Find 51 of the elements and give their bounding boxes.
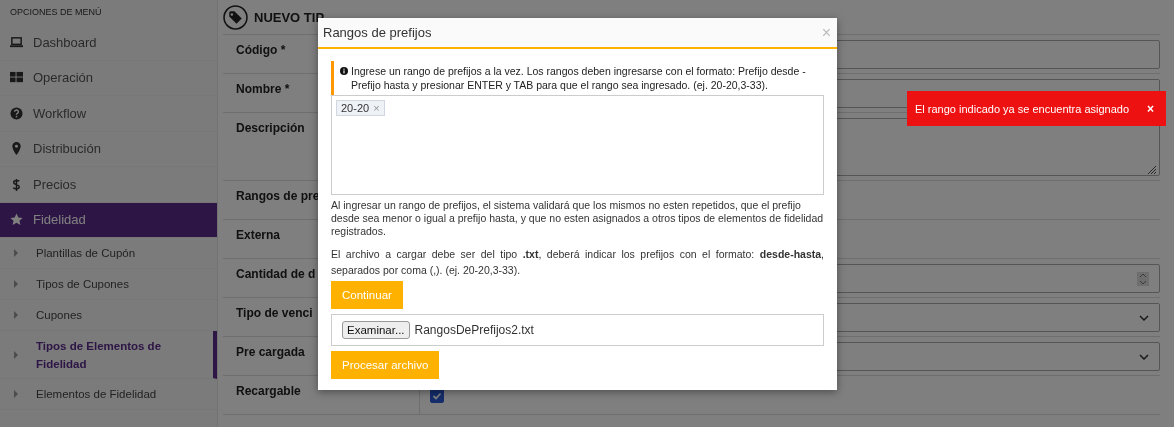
browse-button[interactable]: Examinar... <box>342 321 410 339</box>
grid-icon <box>10 71 23 85</box>
tag-input-field[interactable]: 20-20 × <box>331 95 824 195</box>
field-label: Pre cargada <box>236 345 305 359</box>
sidebar-item[interactable]: Dashboard <box>0 25 217 61</box>
field-label: Recargable <box>236 384 301 398</box>
field-label: Descripción <box>236 121 305 135</box>
submenu-item[interactable]: Elementos de Fidelidad <box>0 379 217 410</box>
menu-heading: OPCIONES DE MENÚ <box>9 6 103 19</box>
star-icon <box>10 213 23 227</box>
sidebar-item[interactable]: Distribución <box>0 131 217 167</box>
spinner-icon <box>1137 271 1149 286</box>
tag-icon <box>223 4 248 30</box>
dollar-icon <box>10 177 23 191</box>
info-icon <box>340 67 348 75</box>
caret-icon <box>14 249 18 257</box>
field-label: Código * <box>236 43 286 57</box>
caret-icon <box>14 390 18 398</box>
laptop-icon <box>10 35 23 49</box>
resize-grip-icon <box>1147 165 1157 175</box>
caret-icon <box>14 280 18 288</box>
caret-icon <box>14 311 18 319</box>
sidebar-item[interactable]: Precios <box>0 167 217 203</box>
submenu-item[interactable]: Tipos de Elementos de Fidelidad <box>0 331 217 379</box>
toast-message: El rango indicado ya se encuentra asignado <box>915 102 1130 115</box>
caret-icon <box>14 350 18 359</box>
field-label: Nombre * <box>236 82 290 96</box>
tag-label: 20-20 <box>341 102 370 114</box>
file-help-text: El archivo a cargar debe ser del tipo .txt, deberá indicar los prefijos con el formato: desde-hasta, separados por coma (,). (ej. 20-20,3-33). <box>331 247 824 278</box>
sidebar-item[interactable]: Workflow <box>0 96 217 132</box>
sidebar-item[interactable]: Fidelidad <box>0 202 217 238</box>
field-label: Cantidad de d <box>236 267 316 281</box>
help-text: Al ingresar un rango de prefijos, el sistema validará que los mismos no esten repetidos, que el prefijo desde sea menor o igual a prefijo hasta, y que no esten asignados a otros tipos de elementos de fidelidad registrados. <box>331 199 824 238</box>
chevron-down-icon <box>1139 314 1149 321</box>
map-pin-icon <box>10 142 23 156</box>
submenu-item[interactable]: Plantillas de Cupón <box>0 238 217 269</box>
info-text: Ingrese un rango de prefijos a la vez. Los rangos deben ingresarse con el formato: Prefijo desde - Prefijo hasta y presionar ENTER y TAB para que el rango sea ingresado. (ej. 20-20,3-33). <box>351 64 807 92</box>
field-label: Tipo de venci <box>236 306 313 320</box>
submenu-item[interactable]: Tipos de Cupones <box>0 269 217 300</box>
file-input[interactable]: Examinar... RangosDePrefijos2.txt <box>331 314 824 346</box>
checkmark-icon <box>431 390 443 402</box>
sidebar-item[interactable]: Operación <box>0 60 217 96</box>
submenu-item[interactable]: Cupones <box>0 300 217 331</box>
file-name: RangosDePrefijos2.txt <box>414 323 534 337</box>
field-label: Externa <box>236 228 281 242</box>
dialog-title: Rangos de prefijos <box>323 25 432 40</box>
help-icon <box>10 106 23 120</box>
close-button[interactable]: × <box>1147 101 1154 116</box>
chevron-down-icon <box>1139 353 1149 360</box>
remove-tag-button[interactable]: × <box>373 102 380 114</box>
field-label: Rangos de pre <box>236 189 320 203</box>
